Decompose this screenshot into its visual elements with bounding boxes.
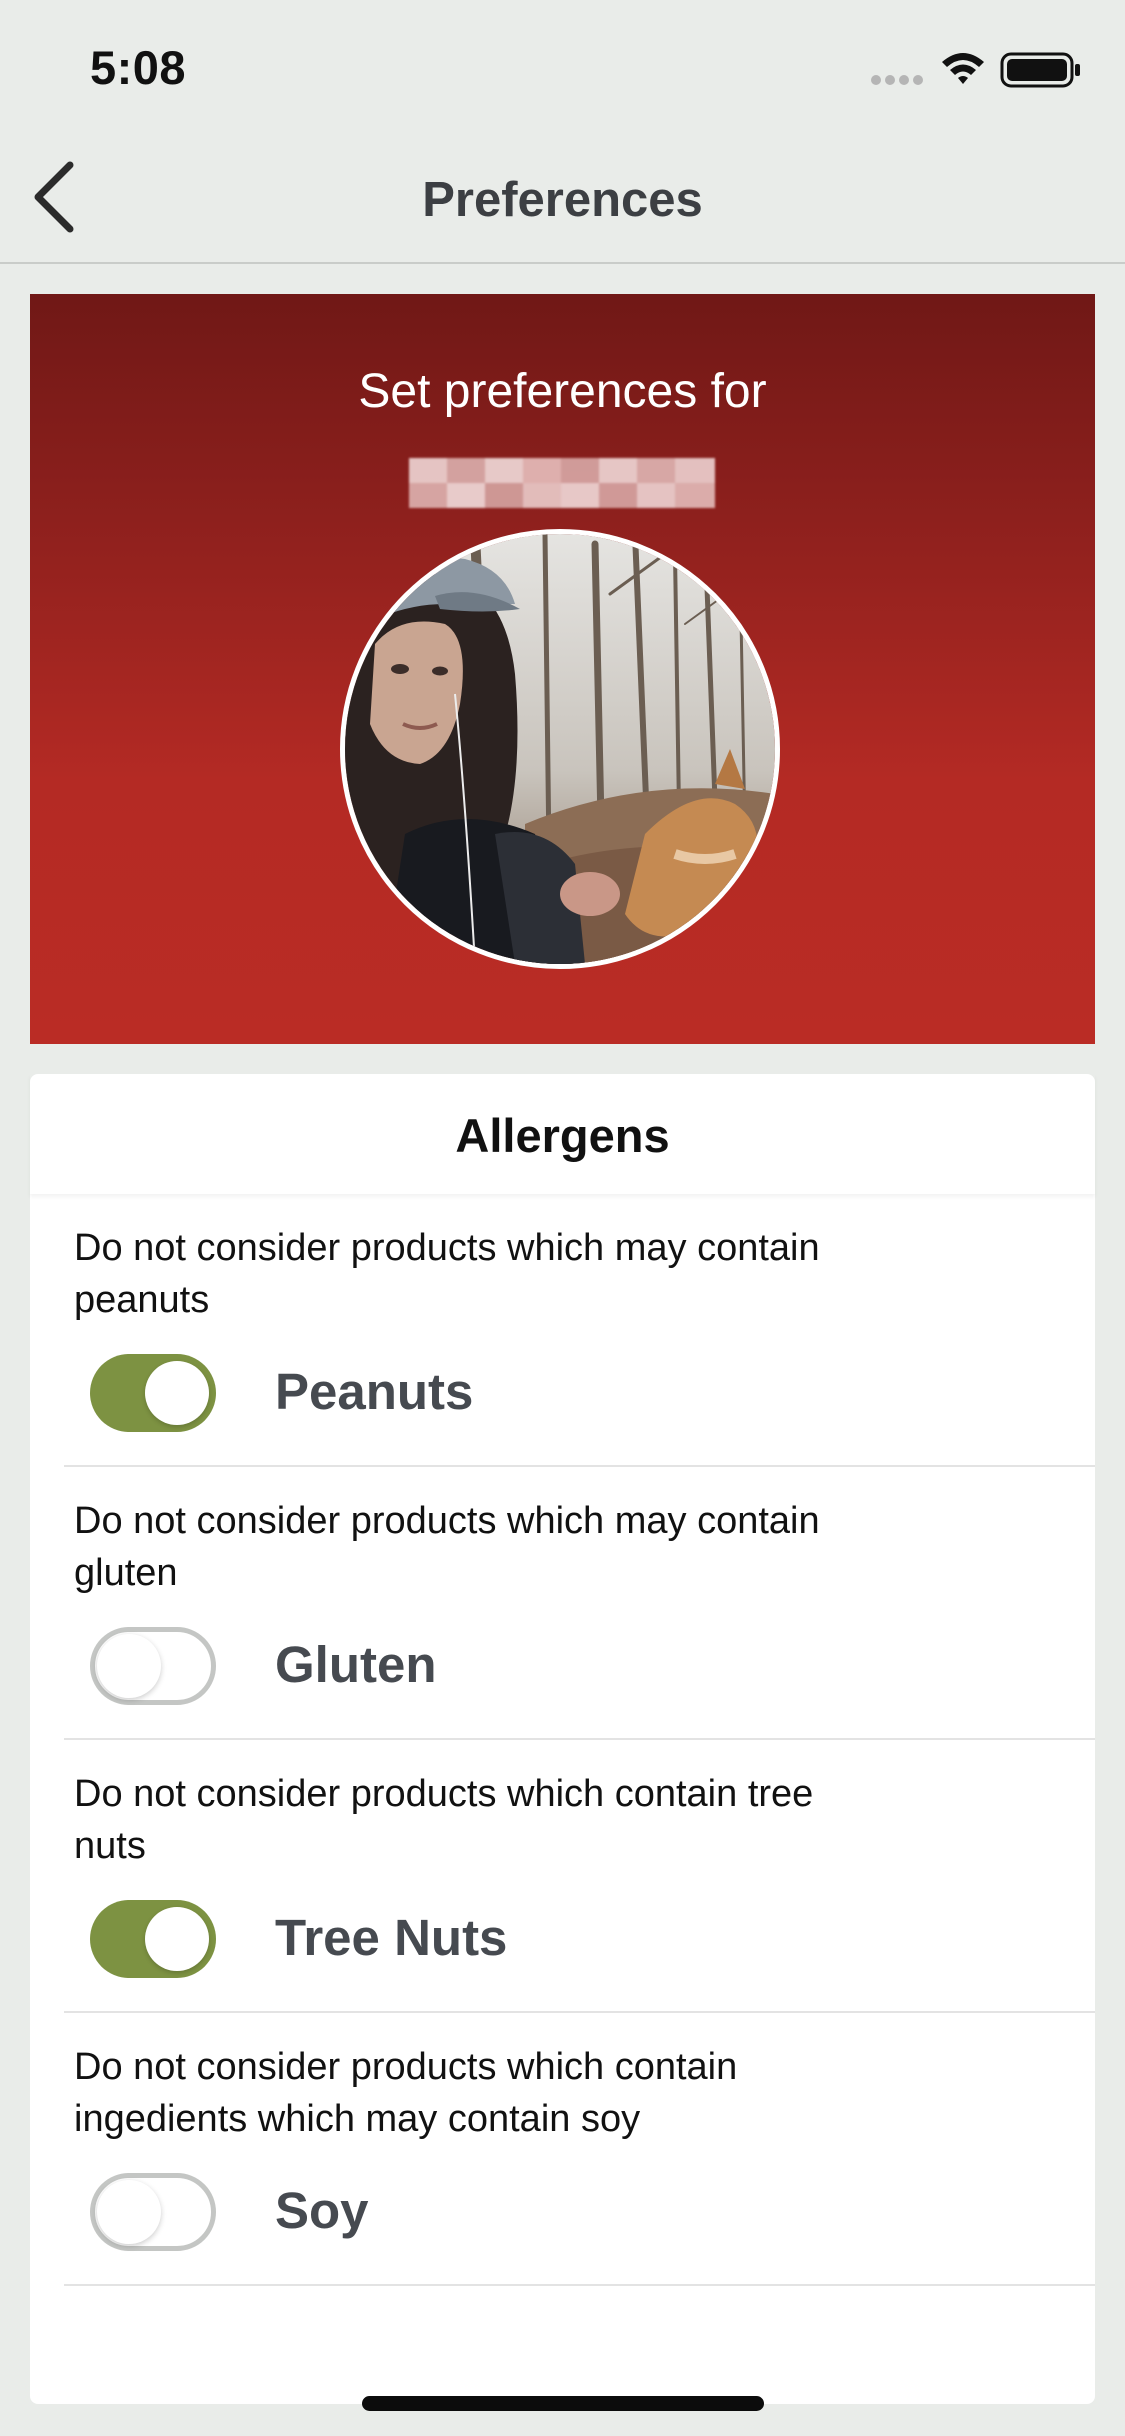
gluten-toggle[interactable] — [90, 1627, 216, 1705]
status-icons — [868, 48, 1083, 92]
pref-description: Do not consider products which may conta… — [74, 1227, 820, 1321]
avatar[interactable] — [340, 529, 780, 969]
pref-label: Peanuts — [275, 1363, 474, 1420]
navigation-bar: Preferences — [0, 132, 1125, 264]
pref-description: Do not consider products which contain i… — [74, 2046, 738, 2140]
allergens-title: Allergens — [455, 1109, 670, 1162]
toggle-knob — [97, 1634, 161, 1698]
profile-banner: Set preferences for — [30, 294, 1095, 1044]
pref-label: Gluten — [275, 1636, 437, 1693]
status-time: 5:08 — [90, 41, 187, 94]
home-indicator[interactable] — [362, 2396, 764, 2411]
toggle-knob — [97, 2180, 161, 2244]
pref-item-peanuts: Do not consider products which may conta… — [64, 1194, 1095, 1467]
peanuts-toggle[interactable] — [90, 1354, 216, 1432]
banner-title: Set preferences for — [358, 365, 767, 418]
wifi-icon — [942, 53, 984, 84]
toggle-knob — [145, 1361, 209, 1425]
pref-item-gluten: Do not consider products which may conta… — [64, 1467, 1095, 1740]
tree-nuts-toggle[interactable] — [90, 1900, 216, 1978]
pref-item-soy: Do not consider products which contain i… — [64, 2013, 1095, 2286]
cellular-signal-icon — [871, 75, 923, 85]
toggle-knob — [145, 1907, 209, 1971]
pref-label: Tree Nuts — [275, 1909, 508, 1966]
pref-description: Do not consider products which contain t… — [74, 1773, 814, 1867]
page-title: Preferences — [422, 173, 703, 227]
status-bar: 5:08 — [0, 0, 1125, 132]
allergens-card: Allergens Do not consider products which… — [30, 1074, 1095, 2404]
pref-item-tree-nuts: Do not consider products which contain t… — [64, 1740, 1095, 2013]
allergens-card-header: Allergens — [30, 1074, 1095, 1194]
soy-toggle[interactable] — [90, 2173, 216, 2251]
battery-icon — [1000, 52, 1080, 88]
pref-description: Do not consider products which may conta… — [74, 1500, 820, 1594]
redacted-user-name — [409, 454, 715, 512]
pref-label: Soy — [275, 2182, 369, 2239]
profile-photo — [345, 534, 775, 964]
